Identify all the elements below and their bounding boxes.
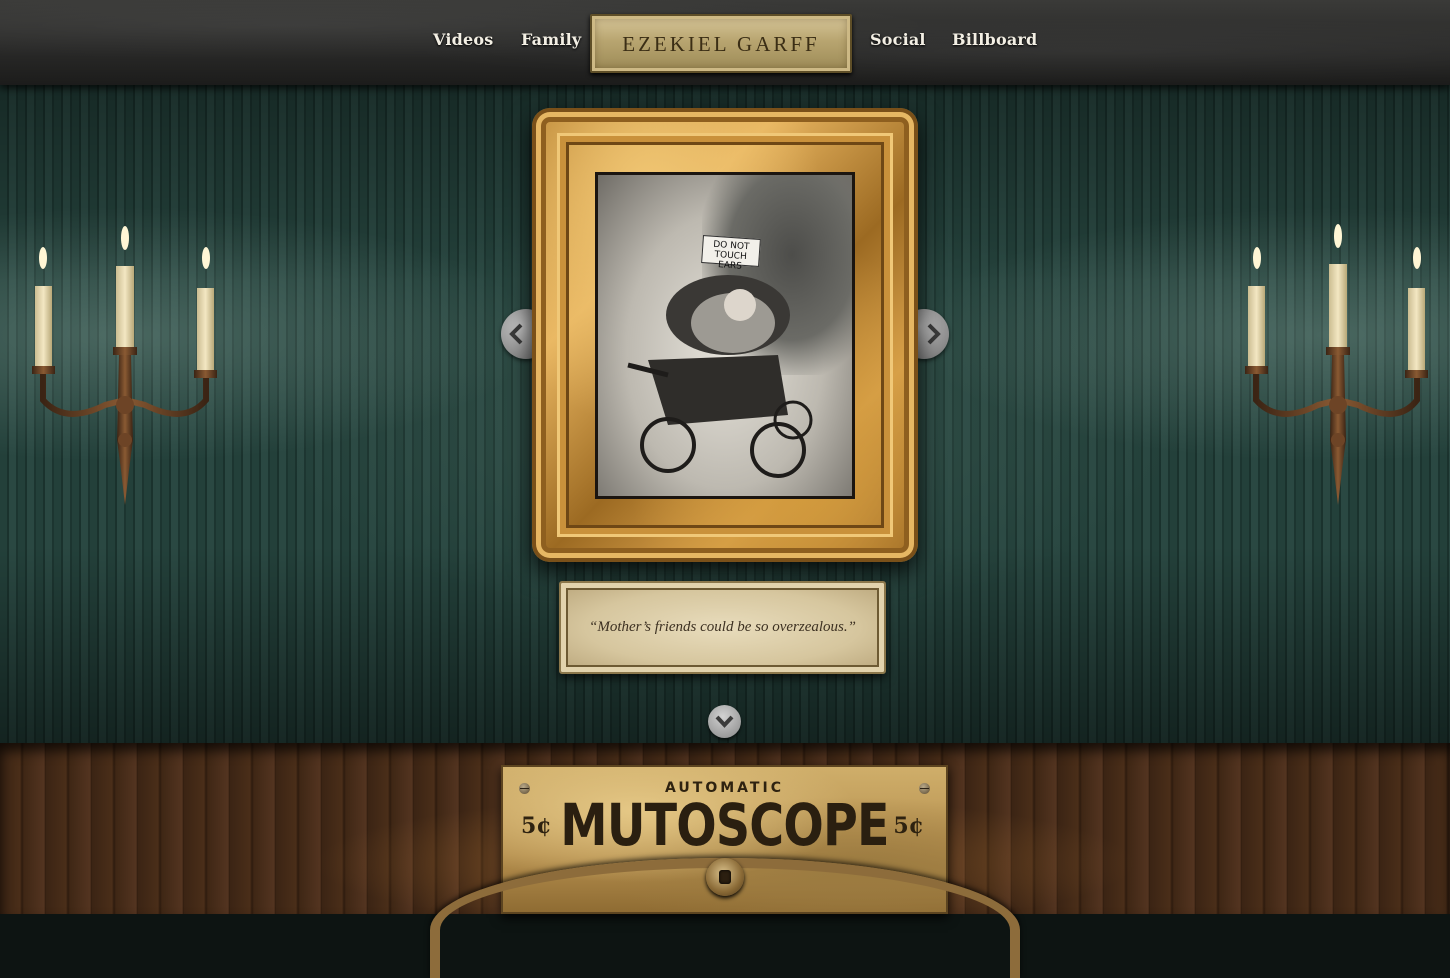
scroll-down-button[interactable] <box>708 705 741 738</box>
mutoscope-title: MUTOSCOPE <box>560 791 889 859</box>
mutoscope-price-right: 5¢ <box>893 813 924 839</box>
brand-logo-plate[interactable]: EZEKIEL GARFF <box>590 14 852 73</box>
gallery-photo: DO NOT TOUCH EARS <box>595 172 855 499</box>
nav-link-videos[interactable]: Videos <box>433 30 493 49</box>
baby-carriage-image <box>627 275 813 478</box>
caption-plaque: “Mother’s friends could be so overzealou… <box>559 581 886 674</box>
chevron-down-icon <box>715 715 734 728</box>
nav-link-social[interactable]: Social <box>870 30 926 49</box>
mutoscope-price-left: 5¢ <box>521 813 552 839</box>
top-navigation-bar: Videos Family EZEKIEL GARFF Social Billb… <box>0 0 1450 85</box>
photo-caption: “Mother’s friends could be so overzealou… <box>589 619 856 635</box>
mutoscope-knob[interactable] <box>706 858 744 896</box>
nav-link-family[interactable]: Family <box>521 30 581 49</box>
brand-name: EZEKIEL GARFF <box>622 32 820 56</box>
nav-link-billboard[interactable]: Billboard <box>952 30 1037 49</box>
candelabra-right-icon <box>1245 224 1428 505</box>
chevron-left-icon <box>509 323 523 345</box>
photo-sign: DO NOT TOUCH EARS <box>701 235 761 272</box>
candelabra-left-icon <box>32 226 217 505</box>
chevron-right-icon <box>927 323 941 345</box>
